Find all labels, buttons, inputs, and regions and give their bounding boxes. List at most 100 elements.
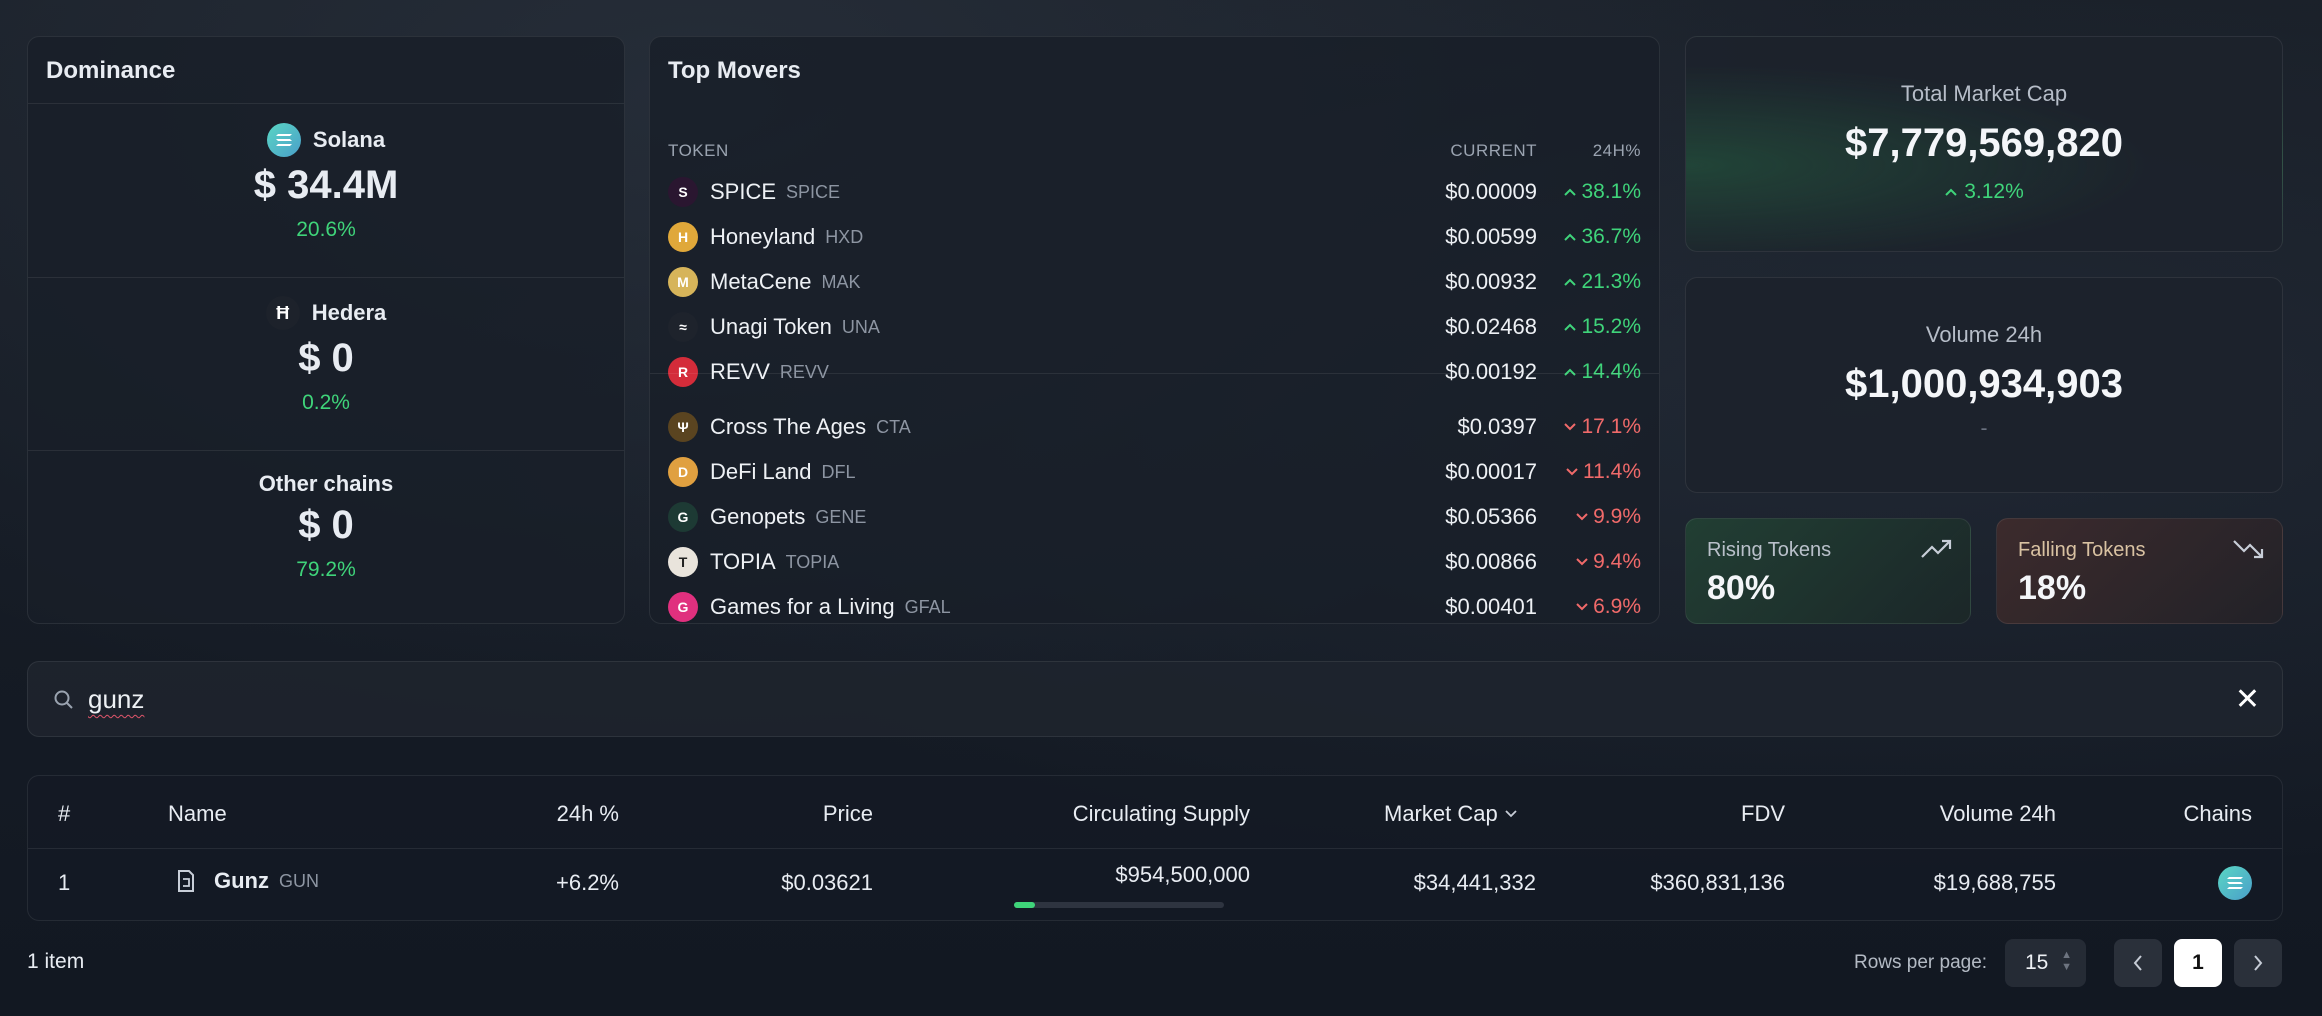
divider	[28, 848, 2282, 849]
row-change: +6.2%	[556, 870, 619, 895]
change-text: 21.3%	[1581, 270, 1641, 293]
mover-row[interactable]: Ψ Cross The Ages CTA $0.0397 17.1%	[668, 410, 1641, 444]
token-symbol: TOPIA	[785, 551, 840, 572]
chevron-up-icon	[1564, 188, 1577, 196]
mover-row[interactable]: T TOPIA TOPIA $0.00866 9.4%	[668, 545, 1641, 579]
column-header-rank: #	[58, 801, 71, 826]
token-price: $0.00599	[1445, 224, 1537, 249]
token-symbol: CTA	[876, 416, 911, 437]
chain-amount: $ 34.4M	[253, 163, 399, 207]
search-input[interactable]: gunz	[88, 684, 144, 715]
solana-icon	[2218, 866, 2252, 900]
column-header-volume[interactable]: Volume 24h	[1940, 801, 2056, 827]
token-name: Gunz	[214, 868, 269, 893]
token-icon: T	[668, 547, 698, 577]
chevron-up-icon	[1564, 233, 1577, 241]
dominance-card: Dominance Solana $ 34.4M 20.6% Ħ Hedera …	[27, 36, 625, 624]
chain-percent: 79.2%	[296, 558, 356, 581]
chain-name: Solana	[312, 127, 386, 152]
chevron-down-icon	[1564, 423, 1577, 431]
search-bar[interactable]: gunz ✕	[27, 661, 2283, 737]
hedera-icon: Ħ	[265, 296, 300, 330]
column-header-price[interactable]: Price	[823, 801, 873, 827]
dominance-title: Dominance	[46, 57, 176, 84]
column-header-fdv[interactable]: FDV	[1741, 801, 1785, 827]
token-change: 21.3%	[1563, 270, 1641, 294]
solana-icon	[266, 123, 301, 157]
dominance-solana: Solana $ 34.4M 20.6%	[28, 123, 624, 242]
change-text: 17.1%	[1581, 415, 1641, 438]
change-column-header: 24H%	[1592, 141, 1641, 160]
rows-per-page-select[interactable]: 15 ▲ ▼	[2005, 939, 2086, 987]
token-change: 9.9%	[1575, 505, 1641, 529]
token-change: 6.9%	[1575, 595, 1641, 619]
falling-tokens-value: 18%	[2018, 569, 2087, 607]
volume-24h-label: Volume 24h	[1925, 322, 2043, 347]
divider	[28, 450, 624, 451]
row-supply: $954,500,000	[1115, 862, 1250, 887]
token-table: # Name 24h % Price Circulating Supply Ma…	[27, 775, 2283, 921]
token-name: Unagi Token	[710, 314, 832, 339]
row-rank: 1	[58, 870, 71, 895]
token-name: Cross The Ages	[710, 414, 867, 439]
token-price: $0.02468	[1445, 314, 1537, 339]
mover-row[interactable]: ≈ Unagi Token UNA $0.02468 15.2%	[668, 310, 1641, 344]
trending-up-icon	[1921, 539, 1952, 558]
token-change: 14.4%	[1563, 360, 1641, 384]
gunz-token-icon	[178, 870, 194, 892]
mover-row[interactable]: S SPICE SPICE $0.00009 38.1%	[668, 175, 1641, 209]
chevron-right-icon	[2254, 955, 2263, 971]
chain-amount: $ 0	[298, 503, 354, 547]
mover-row[interactable]: G Genopets GENE $0.05366 9.9%	[668, 500, 1641, 534]
change-text: 36.7%	[1581, 225, 1641, 248]
chain-amount: $ 0	[298, 336, 354, 380]
token-change: 15.2%	[1563, 315, 1641, 339]
column-header-24h[interactable]: 24h %	[557, 801, 619, 827]
row-name-cell[interactable]: Gunz GUN	[174, 868, 319, 894]
token-icon: D	[668, 457, 698, 487]
mover-row[interactable]: H Honeyland HXD $0.00599 36.7%	[668, 220, 1641, 254]
token-symbol: MAK	[821, 271, 861, 292]
token-icon: R	[668, 357, 698, 387]
volume-24h-change: -	[1980, 417, 1988, 440]
page-1-button[interactable]: 1	[2174, 939, 2222, 987]
token-icon: S	[668, 177, 698, 207]
token-icon: M	[668, 267, 698, 297]
token-name: TOPIA	[710, 549, 776, 574]
change-text: 11.4%	[1583, 460, 1641, 483]
previous-page-button[interactable]	[2114, 939, 2162, 987]
change-text: 6.9%	[1593, 595, 1641, 618]
mover-row[interactable]: G Games for a Living GFAL $0.00401 6.9%	[668, 590, 1641, 624]
select-caret-icon: ▲ ▼	[2061, 949, 2072, 973]
token-price: $0.05366	[1445, 504, 1537, 529]
mover-row[interactable]: M MetaCene MAK $0.00932 21.3%	[668, 265, 1641, 299]
token-symbol: REVV	[779, 361, 829, 382]
rows-per-page-value: 15	[2025, 951, 2049, 974]
rising-tokens-value: 80%	[1707, 569, 1776, 607]
row-fdv: $360,831,136	[1650, 870, 1785, 895]
token-symbol: GFAL	[904, 596, 951, 617]
token-price: $0.0397	[1457, 414, 1537, 439]
rising-tokens-label: Rising Tokens	[1707, 539, 1832, 561]
next-page-button[interactable]	[2234, 939, 2282, 987]
supply-progress-bar	[1014, 902, 1224, 908]
token-price: $0.00192	[1445, 359, 1537, 384]
column-header-market-cap[interactable]: Market Cap	[1384, 801, 1518, 827]
clear-search-button[interactable]: ✕	[2235, 682, 2260, 717]
token-change: 11.4%	[1565, 460, 1641, 484]
column-header-chains: Chains	[2183, 801, 2252, 826]
chevron-down-icon	[1566, 468, 1578, 476]
chevron-up-icon	[1564, 368, 1577, 376]
dominance-hedera: Ħ Hedera $ 0 0.2%	[28, 296, 624, 415]
volume-24h-card: Volume 24h $1,000,934,903 -	[1685, 277, 2283, 493]
column-header-name[interactable]: Name	[168, 801, 227, 827]
token-symbol: HXD	[825, 226, 864, 247]
mover-row[interactable]: R REVV REVV $0.00192 14.4%	[668, 355, 1641, 389]
chevron-down-icon	[1576, 603, 1588, 611]
mover-row[interactable]: D DeFi Land DFL $0.00017 11.4%	[668, 455, 1641, 489]
column-header-supply[interactable]: Circulating Supply	[1073, 801, 1250, 827]
token-symbol: UNA	[841, 316, 880, 337]
dominance-other: Other chains $ 0 79.2%	[28, 467, 624, 582]
token-icon: Ψ	[668, 412, 698, 442]
token-name: Honeyland	[710, 224, 816, 249]
